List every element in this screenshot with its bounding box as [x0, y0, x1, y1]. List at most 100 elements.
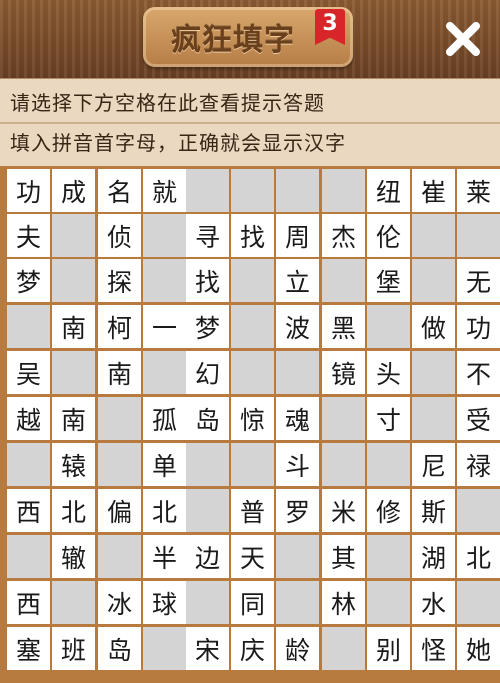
close-button[interactable]	[442, 18, 484, 60]
grid-cell[interactable]: 西	[7, 489, 50, 532]
grid-cell[interactable]: 天	[231, 535, 274, 578]
grid-cell[interactable]: 冰	[98, 581, 141, 624]
grid-cell-blank[interactable]	[231, 351, 274, 394]
grid-cell[interactable]: 周	[276, 214, 319, 257]
grid-cell[interactable]: 头	[367, 351, 410, 394]
grid-cell-blank[interactable]	[7, 535, 50, 578]
grid-cell[interactable]: 梦	[7, 259, 50, 302]
grid-cell[interactable]: 无	[457, 259, 500, 302]
grid-cell[interactable]: 庆	[231, 627, 274, 670]
grid-cell-blank[interactable]	[457, 214, 500, 257]
grid-cell-blank[interactable]	[367, 305, 410, 348]
grid-cell-blank[interactable]	[276, 535, 319, 578]
grid-cell-blank[interactable]	[52, 259, 95, 302]
grid-cell-blank[interactable]	[457, 489, 500, 532]
grid-cell[interactable]: 孤	[143, 397, 186, 440]
grid-cell-blank[interactable]	[367, 443, 410, 486]
grid-cell[interactable]: 同	[231, 581, 274, 624]
grid-cell[interactable]: 北	[457, 535, 500, 578]
grid-cell[interactable]: 就	[143, 169, 186, 212]
grid-cell[interactable]: 南	[98, 351, 141, 394]
grid-cell-blank[interactable]	[186, 581, 229, 624]
grid-cell[interactable]: 功	[7, 169, 50, 212]
grid-cell[interactable]: 龄	[276, 627, 319, 670]
grid-cell[interactable]: 岛	[186, 397, 229, 440]
grid-cell[interactable]: 梦	[186, 305, 229, 348]
grid-cell[interactable]: 越	[7, 397, 50, 440]
grid-cell[interactable]: 宋	[186, 627, 229, 670]
grid-cell-blank[interactable]	[52, 581, 95, 624]
grid-cell[interactable]: 塞	[7, 627, 50, 670]
grid-cell[interactable]: 斯	[412, 489, 455, 532]
grid-cell[interactable]: 伦	[367, 214, 410, 257]
grid-cell-blank[interactable]	[98, 397, 141, 440]
grid-cell[interactable]: 不	[457, 351, 500, 394]
grid-cell-blank[interactable]	[412, 259, 455, 302]
grid-cell-blank[interactable]	[231, 305, 274, 348]
grid-cell[interactable]: 边	[186, 535, 229, 578]
grid-cell[interactable]: 尼	[412, 443, 455, 486]
grid-cell[interactable]: 杰	[322, 214, 365, 257]
grid-cell-blank[interactable]	[231, 259, 274, 302]
grid-cell-blank[interactable]	[412, 397, 455, 440]
grid-cell[interactable]: 林	[322, 581, 365, 624]
grid-cell[interactable]: 偏	[98, 489, 141, 532]
grid-cell-blank[interactable]	[7, 443, 50, 486]
grid-cell[interactable]: 北	[52, 489, 95, 532]
grid-cell-blank[interactable]	[276, 581, 319, 624]
grid-cell[interactable]: 纽	[367, 169, 410, 212]
grid-cell[interactable]: 立	[276, 259, 319, 302]
grid-cell[interactable]: 惊	[231, 397, 274, 440]
grid-cell-blank[interactable]	[412, 351, 455, 394]
grid-cell[interactable]: 探	[98, 259, 141, 302]
grid-cell[interactable]: 幻	[186, 351, 229, 394]
grid-cell[interactable]: 夫	[7, 214, 50, 257]
grid-cell[interactable]: 魂	[276, 397, 319, 440]
grid-cell[interactable]: 受	[457, 397, 500, 440]
grid-cell-blank[interactable]	[276, 351, 319, 394]
grid-cell[interactable]: 罗	[276, 489, 319, 532]
grid-cell[interactable]: 禄	[457, 443, 500, 486]
grid-cell[interactable]: 南	[52, 305, 95, 348]
grid-cell[interactable]: 南	[52, 397, 95, 440]
grid-cell[interactable]: 柯	[98, 305, 141, 348]
grid-cell-blank[interactable]	[231, 169, 274, 212]
grid-cell-blank[interactable]	[322, 397, 365, 440]
grid-cell[interactable]: 普	[231, 489, 274, 532]
grid-cell[interactable]: 怪	[412, 627, 455, 670]
grid-cell[interactable]: 球	[143, 581, 186, 624]
grid-cell[interactable]: 黑	[322, 305, 365, 348]
grid-cell[interactable]: 莱	[457, 169, 500, 212]
grid-cell[interactable]: 半	[143, 535, 186, 578]
grid-cell[interactable]: 寻	[186, 214, 229, 257]
grid-cell[interactable]: 斗	[276, 443, 319, 486]
grid-cell[interactable]: 名	[98, 169, 141, 212]
grid-cell[interactable]: 别	[367, 627, 410, 670]
grid-cell-blank[interactable]	[322, 443, 365, 486]
grid-cell[interactable]: 岛	[98, 627, 141, 670]
grid-cell-blank[interactable]	[143, 214, 186, 257]
grid-cell-blank[interactable]	[98, 443, 141, 486]
grid-cell-blank[interactable]	[367, 581, 410, 624]
grid-cell-blank[interactable]	[412, 214, 455, 257]
grid-cell-blank[interactable]	[367, 535, 410, 578]
grid-cell-blank[interactable]	[98, 535, 141, 578]
grid-cell-blank[interactable]	[186, 443, 229, 486]
grid-cell-blank[interactable]	[143, 259, 186, 302]
grid-cell[interactable]: 找	[231, 214, 274, 257]
grid-cell-blank[interactable]	[52, 351, 95, 394]
grid-cell[interactable]: 侦	[98, 214, 141, 257]
grid-cell-blank[interactable]	[143, 627, 186, 670]
grid-cell[interactable]: 米	[322, 489, 365, 532]
grid-cell[interactable]: 崔	[412, 169, 455, 212]
grid-cell-blank[interactable]	[186, 489, 229, 532]
grid-cell[interactable]: 成	[52, 169, 95, 212]
grid-cell-blank[interactable]	[7, 305, 50, 348]
grid-cell[interactable]: 辕	[52, 443, 95, 486]
grid-cell[interactable]: 西	[7, 581, 50, 624]
grid-cell-blank[interactable]	[322, 627, 365, 670]
grid-cell-blank[interactable]	[276, 169, 319, 212]
grid-cell[interactable]: 吴	[7, 351, 50, 394]
grid-cell-blank[interactable]	[322, 169, 365, 212]
grid-cell[interactable]: 做	[412, 305, 455, 348]
